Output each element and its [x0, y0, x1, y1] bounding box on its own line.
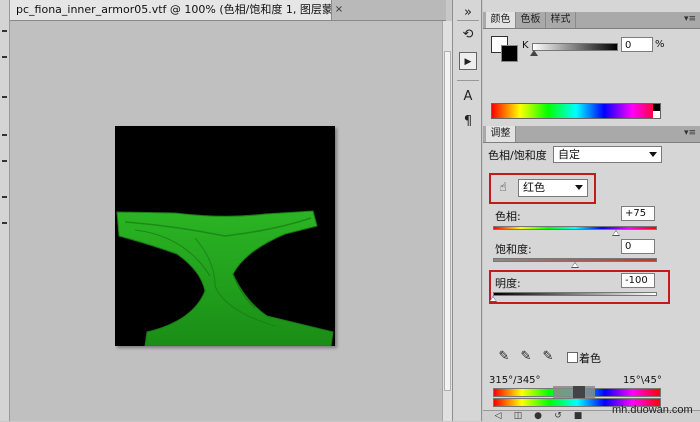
hue-value-field[interactable]: +75 — [621, 206, 655, 221]
tab-swatches[interactable]: 色板 — [516, 12, 546, 28]
eyedropper-icon[interactable]: ✎ — [497, 350, 511, 364]
color-panel-tabbar: 颜色 色板 样式 ▾≡ — [483, 12, 700, 29]
close-icon[interactable]: × — [332, 3, 346, 17]
tab-color[interactable]: 颜色 — [486, 12, 516, 28]
divider — [457, 80, 479, 81]
lightness-label: 明度: — [495, 277, 521, 290]
watermark-text: mh.duowan.com — [612, 404, 693, 416]
tool-marker[interactable] — [2, 30, 7, 32]
panel-icon-column: » ⟲ ▶ A ¶ — [452, 0, 482, 421]
range-slider-center[interactable] — [573, 386, 585, 398]
adjustment-type-label: 色相/饱和度 — [488, 149, 547, 162]
colorize-label: 着色 — [579, 352, 601, 365]
delete-icon[interactable]: ■ — [573, 411, 583, 421]
eyedropper-minus-icon[interactable]: ✎ — [541, 350, 555, 364]
scrollbar-thumb[interactable] — [444, 51, 451, 391]
lightness-slider-thumb[interactable] — [489, 296, 497, 302]
tools-strip — [0, 0, 10, 421]
white-swatch[interactable] — [653, 111, 660, 118]
hue-slider-thumb[interactable] — [612, 230, 620, 236]
k-unit-label: % — [655, 39, 665, 50]
tab-adjustments[interactable]: 调整 — [486, 126, 516, 142]
texture-image[interactable] — [115, 126, 335, 347]
background-color-swatch[interactable] — [501, 45, 518, 62]
preset-dropdown-value: 自定 — [558, 148, 580, 161]
vertical-scrollbar[interactable] — [442, 21, 452, 421]
range-left-label: 315°/345° — [489, 375, 541, 386]
colorize-checkbox[interactable] — [567, 352, 578, 363]
hue-slider-track[interactable] — [493, 226, 657, 230]
k-channel-label: K — [522, 40, 529, 51]
chevron-down-icon — [649, 152, 657, 157]
armor-fill — [116, 210, 334, 347]
k-slider-thumb[interactable] — [530, 50, 538, 56]
panel-menu-icon[interactable]: ▾≡ — [684, 128, 696, 138]
saturation-slider-thumb[interactable] — [571, 262, 579, 268]
visibility-icon[interactable]: ● — [533, 411, 543, 421]
document-tabbar: pc_fiona_inner_armor05.vtf @ 100% (色相/饱和… — [10, 0, 446, 21]
document-tab-title: pc_fiona_inner_armor05.vtf @ 100% (色相/饱和… — [16, 3, 332, 16]
history-icon[interactable]: ⟲ — [459, 26, 477, 44]
black-swatch[interactable] — [653, 104, 660, 111]
tool-marker[interactable] — [2, 222, 7, 224]
reset-icon[interactable]: ↺ — [553, 411, 563, 421]
hue-label: 色相: — [495, 210, 521, 223]
paragraph-icon[interactable]: ¶ — [459, 113, 477, 131]
divider — [457, 20, 479, 21]
chevron-down-icon — [575, 185, 583, 190]
actions-icon[interactable]: ▶ — [459, 52, 477, 70]
character-icon[interactable]: A — [459, 88, 477, 106]
tool-marker[interactable] — [2, 96, 7, 98]
eyedropper-plus-icon[interactable]: ✎ — [519, 350, 533, 364]
panel-menu-icon[interactable]: ▾≡ — [684, 14, 696, 24]
tool-marker[interactable] — [2, 134, 7, 136]
armor-shape — [116, 210, 334, 347]
color-spectrum[interactable] — [491, 103, 661, 119]
range-right-label: 15°\45° — [623, 375, 662, 386]
adjustments-panel-tabbar: 调整 ▾≡ — [483, 126, 700, 143]
lightness-slider-track[interactable] — [493, 292, 657, 296]
lightness-value-field[interactable]: -100 — [621, 273, 655, 288]
tool-marker[interactable] — [2, 196, 7, 198]
return-icon[interactable]: ◁ — [493, 411, 503, 421]
right-panels: 颜色 色板 样式 ▾≡ K 0 % 调整 ▾≡ 色相/饱和度 自定 ☝ 红色 色… — [483, 0, 700, 422]
k-value-field[interactable]: 0 — [621, 37, 653, 52]
tab-styles[interactable]: 样式 — [546, 12, 576, 28]
document-tab[interactable]: pc_fiona_inner_armor05.vtf @ 100% (色相/饱和… — [10, 0, 332, 20]
target-adjust-icon[interactable]: ☝ — [493, 178, 513, 196]
saturation-label: 饱和度: — [495, 243, 532, 256]
preset-dropdown[interactable]: 自定 — [553, 146, 662, 163]
k-slider-track[interactable] — [532, 43, 618, 51]
saturation-value-field[interactable]: 0 — [621, 239, 655, 254]
channel-dropdown[interactable]: 红色 — [518, 179, 588, 197]
layer-icon[interactable]: ◫ — [513, 411, 523, 421]
tool-marker[interactable] — [2, 160, 7, 162]
tool-marker[interactable] — [2, 56, 7, 58]
channel-dropdown-value: 红色 — [523, 181, 545, 194]
